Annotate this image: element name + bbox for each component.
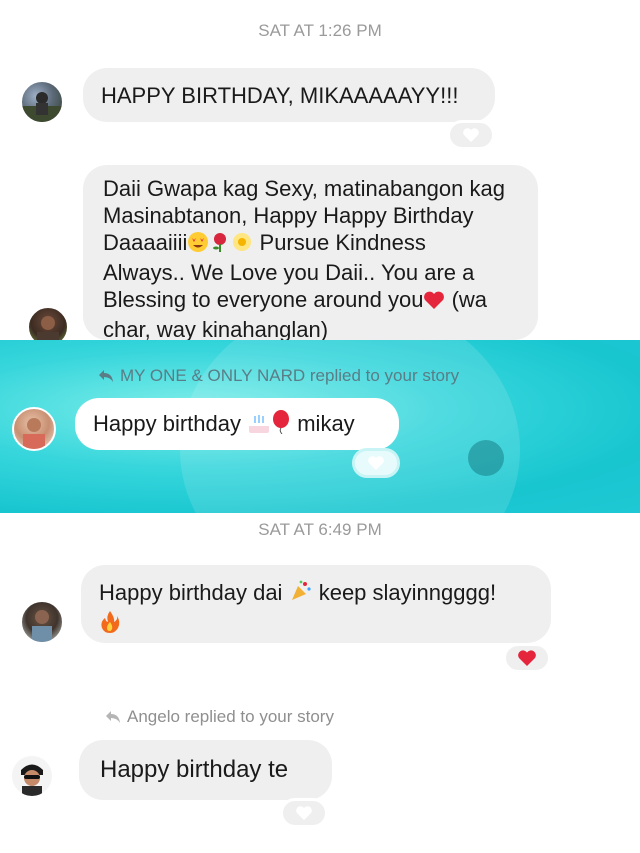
reaction-placeholder-icon — [463, 128, 479, 142]
blossom-emoji-icon — [231, 231, 253, 259]
message-text: Daaaaiiii — [103, 230, 188, 255]
message-line: Blessing to everyone around you (wa — [103, 286, 518, 316]
story-reply-text: MY ONE & ONLY NARD replied to your story — [120, 366, 460, 385]
avatar-photo-icon — [23, 418, 45, 449]
avatar-photo-icon — [22, 92, 62, 122]
heart-eyes-emoji-icon — [187, 231, 209, 259]
heart-icon — [518, 650, 536, 666]
message-text: HAPPY BIRTHDAY, MIKAAAAAYY!!! — [101, 83, 459, 108]
party-popper-emoji-icon — [289, 579, 313, 610]
message-line: Daii Gwapa kag Sexy, matinabangon kag — [103, 176, 505, 201]
reaction-button[interactable] — [447, 120, 495, 150]
message-line: Daaaaiiii Pursue Kindness — [103, 229, 518, 259]
message-text: Happy birthday dai — [99, 580, 283, 605]
reaction-placeholder-icon — [368, 456, 384, 470]
message-text: Happy birthday — [93, 411, 241, 436]
message-bubble[interactable]: Happy birthday dai keep slayinngggg! — [81, 565, 551, 643]
birthday-cake-emoji-icon — [247, 412, 271, 440]
message-text: Happy birthday te — [100, 756, 289, 783]
story-reply-label: MY ONE & ONLY NARD replied to your story — [98, 366, 459, 386]
message-line: char, way kinahanglan) — [103, 317, 329, 342]
message-bubble[interactable]: Happy birthday mikay — [75, 398, 399, 450]
reaction-heart[interactable] — [503, 643, 551, 673]
sender-avatar[interactable] — [20, 600, 64, 644]
fire-emoji-icon — [99, 610, 121, 641]
message-text: (wa — [451, 287, 488, 312]
message-line: Always.. We Love you Daii.. You are a — [103, 260, 475, 285]
message-bubble[interactable]: Daii Gwapa kag Sexy, matinabangon kag Ma… — [83, 165, 538, 342]
timestamp: SAT AT 6:49 PM — [258, 520, 382, 539]
balloon-emoji-icon — [271, 410, 291, 440]
timestamp: SAT AT 1:26 PM — [258, 21, 382, 40]
reaction-button[interactable] — [352, 448, 400, 478]
sender-avatar[interactable] — [10, 754, 54, 798]
avatar-photo-icon — [32, 610, 52, 642]
story-reply-label: Angelo replied to your story — [105, 707, 334, 727]
message-bubble[interactable]: HAPPY BIRTHDAY, MIKAAAAAYY!!! — [83, 68, 495, 122]
sender-avatar[interactable] — [20, 80, 64, 124]
message-text: mikay — [297, 411, 355, 436]
reply-arrow-icon — [106, 711, 120, 723]
message-line — [99, 610, 533, 641]
message-text: keep slayinngggg! — [318, 580, 497, 605]
avatar-photo-icon — [21, 764, 43, 796]
message-bubble[interactable]: Happy birthday te — [79, 740, 332, 800]
sender-avatar[interactable] — [12, 407, 56, 451]
message-line: Masinabtanon, Happy Happy Birthday — [103, 203, 474, 228]
story-reply-text: Angelo replied to your story — [127, 707, 334, 726]
reply-arrow-icon — [99, 370, 113, 382]
message-line: Happy birthday dai keep slayinngggg! — [99, 579, 533, 610]
message-text: Pursue Kindness — [259, 230, 426, 255]
red-heart-emoji-icon — [423, 289, 445, 316]
rose-emoji-icon — [209, 231, 231, 259]
story-shape — [468, 440, 504, 476]
message-text: Blessing to everyone around you — [103, 287, 424, 312]
reaction-placeholder-icon — [296, 806, 312, 820]
reaction-button[interactable] — [280, 798, 328, 828]
